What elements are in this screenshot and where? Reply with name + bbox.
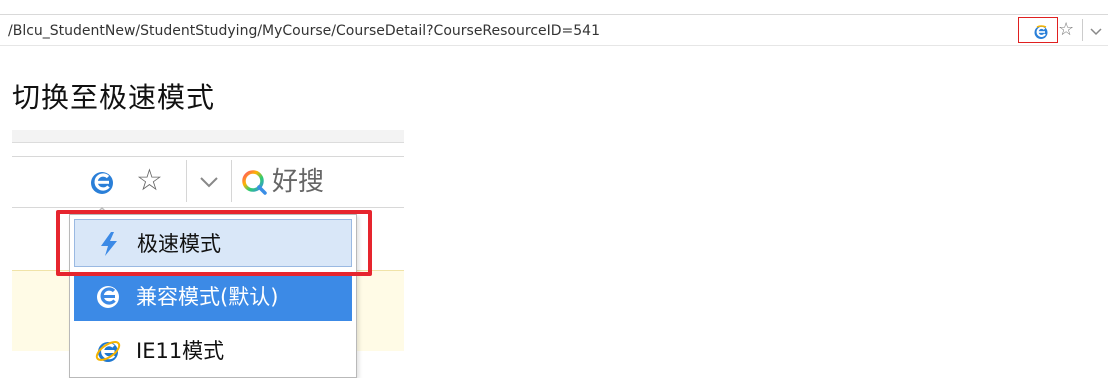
page-heading: 切换至极速模式 bbox=[12, 81, 216, 114]
search-label[interactable]: 好搜 bbox=[272, 166, 324, 198]
chevron-down-icon[interactable] bbox=[198, 174, 220, 190]
toolbar-bottom-border bbox=[12, 207, 404, 208]
menu-item-label: 兼容模式(默认) bbox=[136, 285, 279, 309]
favorite-star-icon[interactable]: ☆ bbox=[1058, 19, 1074, 41]
ie-mode-icon[interactable] bbox=[88, 168, 116, 196]
menu-item-ie11-mode[interactable]: IE11模式 bbox=[74, 327, 352, 375]
zoomed-screenshot: ☆ 好搜 极速模式 兼容模式(默认) IE11模式 bbox=[12, 130, 404, 378]
menu-item-label: IE11模式 bbox=[136, 339, 225, 363]
annotation-highlight-box bbox=[56, 210, 372, 276]
address-bar: /Blcu_StudentNew/StudentStudying/MyCours… bbox=[0, 14, 1108, 46]
toolbar-divider bbox=[1082, 19, 1083, 41]
tab-strip bbox=[12, 130, 404, 143]
toolbar-divider bbox=[186, 160, 187, 202]
toolbar-divider bbox=[231, 160, 232, 202]
menu-item-compat-mode[interactable]: 兼容模式(默认) bbox=[74, 273, 352, 321]
ie11-icon bbox=[95, 341, 121, 362]
chevron-down-icon[interactable] bbox=[1089, 24, 1103, 38]
favorite-star-icon[interactable]: ☆ bbox=[136, 164, 163, 198]
ie-mode-icon[interactable] bbox=[1033, 24, 1049, 40]
toolbar-top-border bbox=[12, 156, 404, 157]
search-icon[interactable] bbox=[240, 168, 268, 196]
ie-compat-icon bbox=[97, 286, 119, 308]
url-text[interactable]: /Blcu_StudentNew/StudentStudying/MyCours… bbox=[8, 23, 600, 39]
